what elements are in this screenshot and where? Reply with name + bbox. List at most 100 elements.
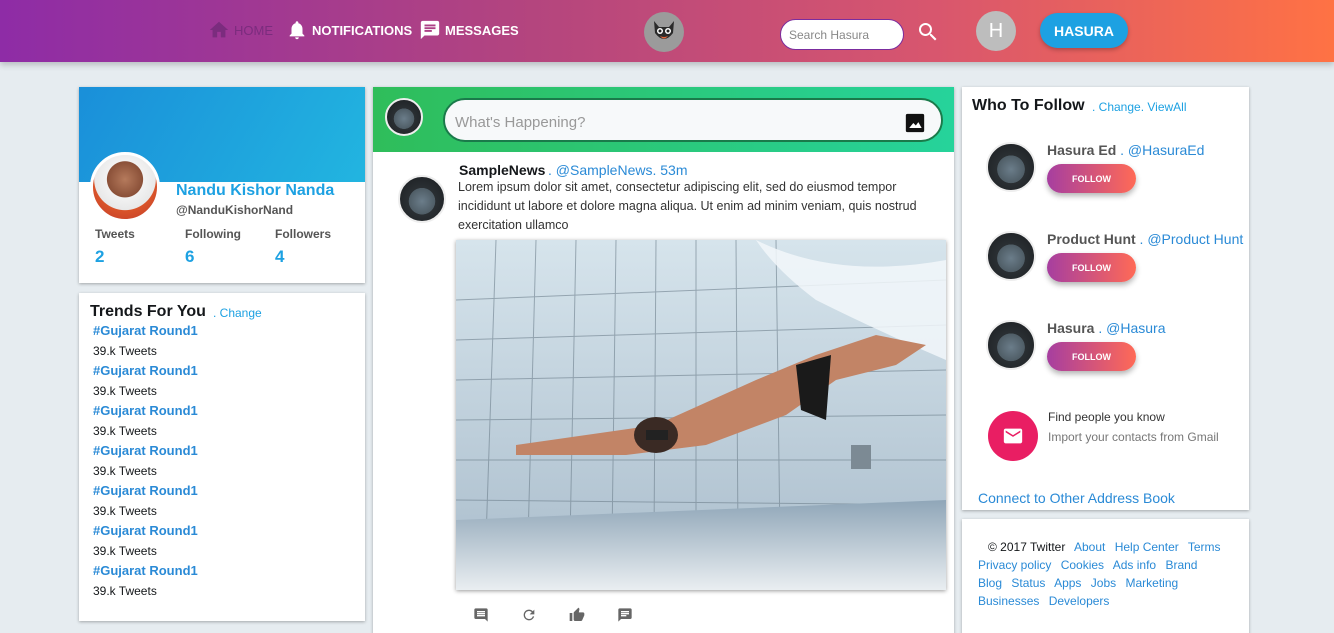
tweet-author-handle[interactable]: . @SampleNews. 53m — [548, 162, 687, 178]
footer-link-brand[interactable]: Brand — [1165, 558, 1197, 572]
footer-link-apps[interactable]: Apps — [1054, 576, 1081, 590]
suggestion-name[interactable]: Hasura Ed . @HasuraEd — [1047, 142, 1204, 158]
mail-icon — [1003, 428, 1023, 444]
nav-home[interactable]: HOME — [208, 19, 273, 41]
suggestion-handle: . @HasuraEd — [1116, 142, 1205, 158]
trend-tag[interactable]: #Gujarat Round1 — [93, 563, 198, 578]
retweet-icon[interactable] — [521, 607, 537, 623]
trend-count: 39.k Tweets — [93, 424, 157, 438]
tweet-composer: What's Happening? — [373, 87, 954, 152]
trend-count: 39.k Tweets — [93, 584, 157, 598]
stat-followers[interactable]: Followers 4 — [275, 227, 331, 267]
stat-label: Tweets — [95, 227, 135, 241]
suggestion-avatar[interactable] — [986, 320, 1036, 370]
stat-label: Following — [185, 227, 241, 241]
trend-item[interactable]: #Gujarat Round1 39.k Tweets — [93, 443, 198, 478]
trend-tag[interactable]: #Gujarat Round1 — [93, 323, 198, 338]
trend-tag[interactable]: #Gujarat Round1 — [93, 483, 198, 498]
follow-button[interactable]: FOLLOW — [1047, 342, 1136, 371]
bell-icon — [289, 21, 305, 40]
tweet-avatar[interactable] — [398, 175, 446, 223]
footer-link-jobs[interactable]: Jobs — [1091, 576, 1116, 590]
who-to-follow-title: Who To Follow — [972, 97, 1085, 114]
message-icon — [420, 20, 440, 40]
follow-button[interactable]: FOLLOW — [1047, 253, 1136, 282]
profile-handle: @NanduKishorNand — [176, 203, 294, 217]
nav-messages[interactable]: MESSAGES — [419, 19, 519, 41]
find-people-title: Find people you know — [1048, 410, 1165, 424]
trends-card: Trends For You . Change #Gujarat Round1 … — [79, 293, 365, 621]
profile-avatar[interactable] — [90, 152, 160, 222]
underwater-swimmer-photo — [456, 240, 946, 590]
trend-item[interactable]: #Gujarat Round1 39.k Tweets — [93, 403, 198, 438]
trend-tag[interactable]: #Gujarat Round1 — [93, 403, 198, 418]
suggestion-avatar[interactable] — [986, 231, 1036, 281]
trend-count: 39.k Tweets — [93, 544, 157, 558]
stat-tweets[interactable]: Tweets 2 — [95, 227, 135, 267]
search-icon[interactable] — [916, 20, 940, 44]
who-to-follow-card: Who To Follow . Change. ViewAll Hasura E… — [962, 87, 1249, 510]
import-contacts-button[interactable] — [988, 411, 1038, 461]
trend-tag[interactable]: #Gujarat Round1 — [93, 523, 198, 538]
trend-count: 39.k Tweets — [93, 344, 157, 358]
trend-count: 39.k Tweets — [93, 504, 157, 518]
stat-value: 2 — [95, 247, 105, 266]
stat-value: 6 — [185, 247, 195, 266]
trend-item[interactable]: #Gujarat Round1 39.k Tweets — [93, 563, 198, 598]
suggestion-handle: . @Hasura — [1094, 320, 1166, 336]
trend-item[interactable]: #Gujarat Round1 39.k Tweets — [93, 483, 198, 518]
suggestion-display-name: Hasura — [1047, 320, 1095, 336]
image-upload-icon[interactable] — [905, 113, 925, 133]
footer-link-marketing[interactable]: Marketing — [1125, 576, 1178, 590]
connect-address-book-link[interactable]: Connect to Other Address Book — [978, 490, 1175, 506]
follow-button[interactable]: FOLLOW — [1047, 164, 1136, 193]
footer-link-privacy[interactable]: Privacy policy — [978, 558, 1051, 572]
profile-name[interactable]: Nandu Kishor Nanda — [176, 182, 334, 200]
trend-item[interactable]: #Gujarat Round1 39.k Tweets — [93, 523, 198, 558]
suggestion-name[interactable]: Product Hunt . @Product Hunt — [1047, 231, 1243, 247]
top-navigation-bar: HOME NOTIFICATIONS MESSAGES H HASURA — [0, 0, 1334, 62]
trend-count: 39.k Tweets — [93, 464, 157, 478]
nav-home-label: HOME — [234, 22, 273, 38]
user-avatar[interactable]: H — [976, 11, 1016, 51]
user-menu-button[interactable]: HASURA — [1040, 13, 1128, 48]
profile-card: Nandu Kishor Nanda @NanduKishorNand Twee… — [79, 87, 365, 283]
suggestion-avatar[interactable] — [986, 142, 1036, 192]
tweet-author-name[interactable]: SampleNews — [459, 162, 545, 178]
footer-link-ads-info[interactable]: Ads info — [1113, 558, 1156, 572]
footer-link-help-center[interactable]: Help Center — [1115, 540, 1179, 554]
suggestion-display-name: Product Hunt — [1047, 231, 1136, 247]
comment-icon[interactable] — [473, 607, 489, 623]
footer-card: © 2017 Twitter About Help Center Terms P… — [962, 519, 1249, 633]
footer-links: © 2017 Twitter About Help Center Terms P… — [978, 538, 1233, 610]
trend-item[interactable]: #Gujarat Round1 39.k Tweets — [93, 323, 198, 358]
tweet-body: Lorem ipsum dolor sit amet, consectetur … — [458, 180, 917, 232]
stat-following[interactable]: Following 6 — [185, 227, 241, 267]
trend-tag[interactable]: #Gujarat Round1 — [93, 443, 198, 458]
footer-link-developers[interactable]: Developers — [1049, 594, 1110, 608]
like-icon[interactable] — [569, 607, 585, 623]
tweet-image[interactable] — [456, 240, 946, 590]
footer-link-about[interactable]: About — [1074, 540, 1105, 554]
footer-link-businesses[interactable]: Businesses — [978, 594, 1039, 608]
suggestion-name[interactable]: Hasura . @Hasura — [1047, 320, 1165, 336]
footer-link-status[interactable]: Status — [1011, 576, 1045, 590]
app-logo[interactable] — [644, 12, 684, 52]
compose-input[interactable]: What's Happening? — [443, 98, 943, 142]
footer-link-terms[interactable]: Terms — [1188, 540, 1221, 554]
trend-item[interactable]: #Gujarat Round1 39.k Tweets — [93, 363, 198, 398]
who-to-follow-links[interactable]: . Change. ViewAll — [1092, 100, 1187, 114]
footer-link-cookies[interactable]: Cookies — [1061, 558, 1104, 572]
stat-label: Followers — [275, 227, 332, 241]
tweet-actions — [473, 607, 633, 623]
trend-count: 39.k Tweets — [93, 384, 157, 398]
stat-value: 4 — [275, 247, 285, 266]
trends-change-link[interactable]: . Change — [213, 306, 262, 320]
nav-notifications[interactable]: NOTIFICATIONS — [286, 19, 412, 41]
footer-link-blog[interactable]: Blog — [978, 576, 1002, 590]
composer-avatar — [385, 98, 423, 136]
search-input[interactable] — [780, 19, 904, 50]
nav-notifications-label: NOTIFICATIONS — [312, 22, 413, 38]
message-icon[interactable] — [617, 607, 633, 623]
trend-tag[interactable]: #Gujarat Round1 — [93, 363, 198, 378]
